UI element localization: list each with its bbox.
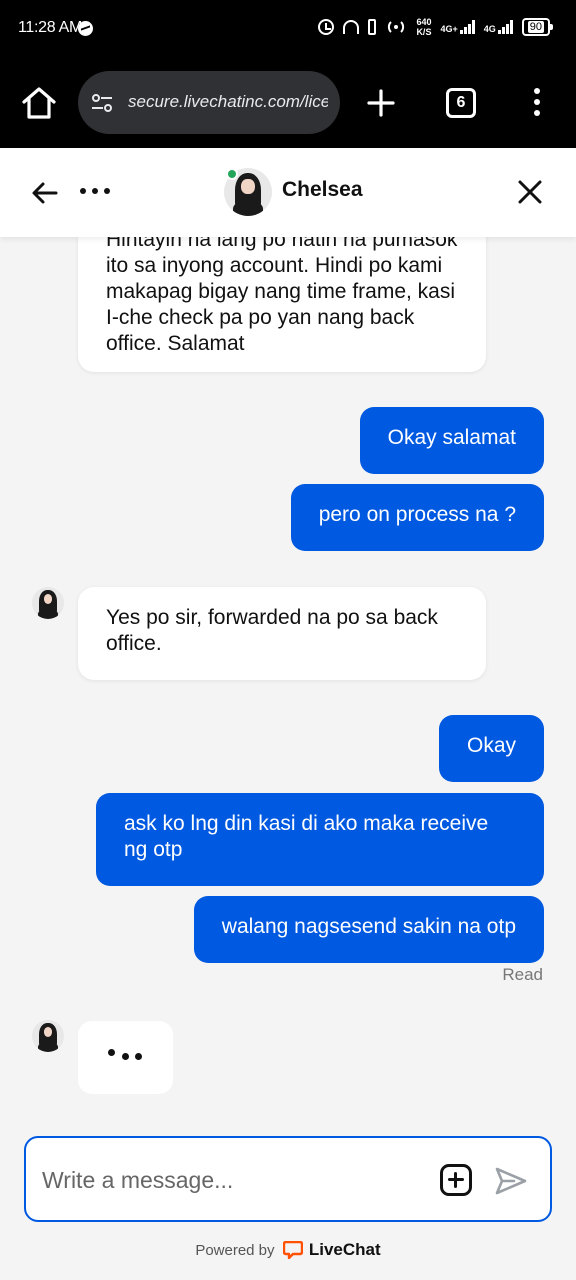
message-input[interactable] <box>42 1160 422 1200</box>
browser-menu-icon[interactable] <box>530 86 544 118</box>
signal-2: 4G <box>484 20 513 34</box>
livechat-logo-icon <box>282 1240 303 1259</box>
new-tab-icon[interactable] <box>366 88 396 118</box>
agent-avatar-small <box>32 587 64 619</box>
message-composer <box>24 1136 552 1222</box>
message-list[interactable]: Hintayin na lang po natin na pumasok ito… <box>0 209 576 1127</box>
net-speed: 640 K/S <box>416 17 431 37</box>
send-icon[interactable] <box>494 1166 528 1196</box>
user-message: ask ko lng din kasi di ako maka receive … <box>96 793 544 886</box>
address-bar[interactable]: secure.livechatinc.com/lice <box>78 71 340 134</box>
typing-indicator <box>78 1021 173 1094</box>
tab-switcher-button[interactable]: 6 <box>446 88 476 118</box>
status-time: 11:28 AM <box>18 19 83 36</box>
network-type-2: 4G <box>483 24 496 34</box>
agent-message: Yes po sir, forwarded na po sa back offi… <box>78 587 486 680</box>
messenger-icon <box>78 21 93 36</box>
more-options-icon[interactable] <box>80 188 110 194</box>
add-attachment-icon[interactable] <box>440 1164 472 1196</box>
battery-saver-icon <box>368 19 377 35</box>
browser-toolbar: secure.livechatinc.com/lice 6 <box>0 58 576 148</box>
battery-icon: 90 <box>521 18 554 36</box>
url-text[interactable]: secure.livechatinc.com/lice <box>128 92 328 112</box>
network-type-1: 4G+ <box>440 24 458 34</box>
read-receipt: Read <box>502 965 543 984</box>
agent-avatar-small <box>32 1020 64 1052</box>
home-icon[interactable] <box>20 84 58 122</box>
alarm-icon <box>318 19 335 35</box>
user-message: walang nagsesend sakin na otp <box>193 896 544 963</box>
hotspot-icon <box>388 21 405 33</box>
powered-by-footer: Powered by LiveChat <box>0 1240 576 1260</box>
online-status-dot <box>226 168 238 180</box>
site-settings-icon[interactable] <box>90 91 114 115</box>
net-speed-value: 640 <box>416 17 432 27</box>
signal-bars-icon <box>497 20 513 34</box>
livechat-brand[interactable]: LiveChat <box>309 1240 381 1259</box>
signal-1: 4G+ <box>440 20 475 34</box>
user-message: Okay <box>438 715 544 782</box>
user-message: Okay salamat <box>359 407 544 474</box>
back-arrow-icon[interactable] <box>30 178 60 208</box>
agent-name: Chelsea <box>282 178 363 201</box>
close-icon[interactable] <box>514 176 546 208</box>
status-bar: 11:28 AM 640 K/S 4G+ 4G 90 <box>0 0 576 58</box>
chat-header: Chelsea <box>0 148 576 237</box>
user-message: pero on process na ? <box>290 484 544 551</box>
battery-level: 90 <box>527 21 544 33</box>
powered-by-label: Powered by <box>195 1242 275 1259</box>
net-speed-unit: K/S <box>416 27 432 37</box>
signal-bars-icon <box>459 20 475 34</box>
headset-icon <box>343 20 360 34</box>
